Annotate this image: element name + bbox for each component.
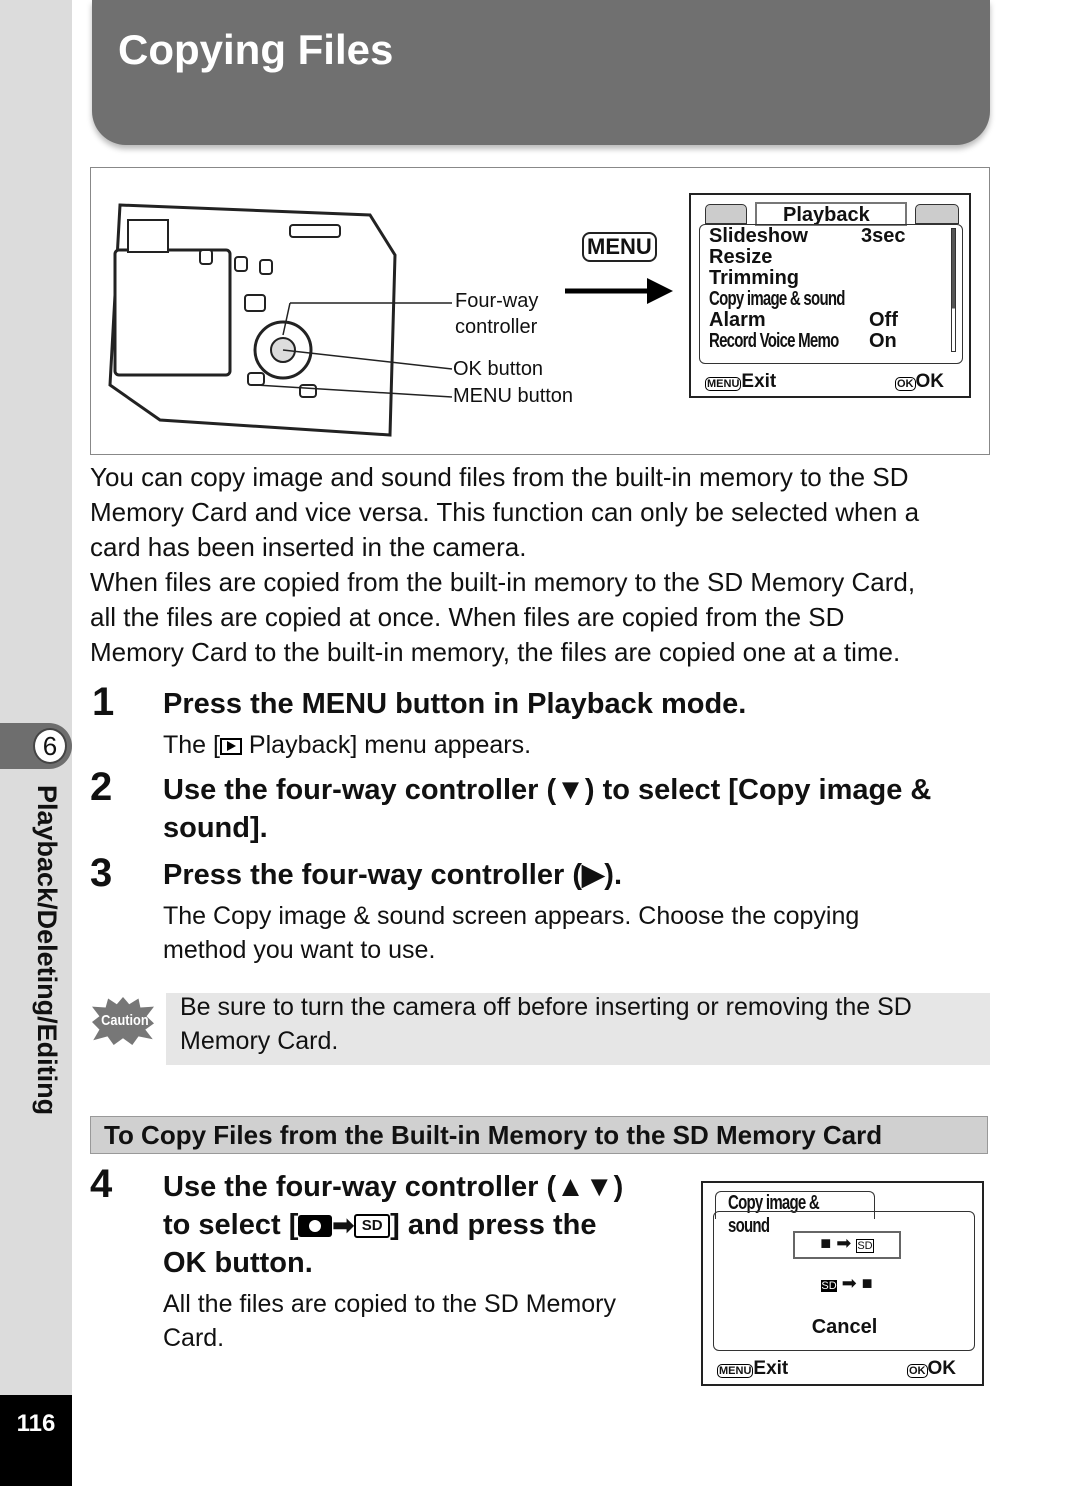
- step-heading: Press the MENU button in Playback mode.: [163, 688, 747, 720]
- menu-item: Slideshow 3sec: [709, 225, 906, 247]
- controller-label: controller: [455, 316, 538, 338]
- ok-hint: OK OK: [895, 371, 944, 392]
- menu-button-label: MENU button: [453, 385, 574, 407]
- camera-tab-icon: [705, 204, 747, 224]
- exit-hint: MENU Exit: [717, 1358, 789, 1379]
- arrow-right-icon: [565, 278, 673, 304]
- step-number: 2: [90, 765, 113, 809]
- step-body: The [ Playback] menu appears.: [163, 731, 532, 759]
- step-number: 3: [90, 851, 113, 895]
- step-body: All the files are copied to the SD Memor…: [163, 1290, 616, 1352]
- setup-tab-icon: [915, 204, 959, 224]
- menu-item: Alarm Off: [709, 309, 898, 331]
- option-builtin-to-sd[interactable]: ■ ➡ SD: [793, 1231, 901, 1259]
- playback-icon: [219, 737, 242, 755]
- exit-hint: MENU Exit: [705, 371, 777, 392]
- menu-item: Resize: [709, 246, 773, 268]
- step-body: The Copy image & sound screen appears. C…: [163, 902, 860, 964]
- step-number: 4: [90, 1162, 113, 1206]
- section-title: To Copy Files from the Built-in Memory t…: [90, 1116, 988, 1154]
- camera-icon: [298, 1215, 333, 1238]
- step-heading: Use the four-way controller (▼) to selec…: [163, 774, 932, 844]
- page-number: 116: [0, 1395, 72, 1486]
- scrollbar: [951, 228, 956, 352]
- menu-item: Copy image & sound: [709, 288, 845, 310]
- step-heading: Press the four-way controller (▶).: [163, 859, 623, 891]
- step-heading: Use the four-way controller (▲▼) to sele…: [163, 1171, 624, 1279]
- chapter-number: 6: [33, 728, 67, 764]
- menu-item: Record Voice Memo On: [709, 330, 897, 352]
- menu-list: Slideshow 3sec Resize Trimming Copy image…: [709, 226, 949, 352]
- ok-button-label: OK button: [453, 358, 544, 380]
- playback-menu-screen: Playback Slideshow 3sec Resize Trimming C…: [689, 193, 971, 398]
- playback-tab: Playback: [755, 202, 907, 226]
- ok-hint: OK OK: [907, 1358, 956, 1379]
- playback-tab-label: Playback: [783, 204, 870, 226]
- intro-text: You can copy image and sound files from …: [90, 462, 920, 667]
- menu-item: Trimming: [709, 267, 800, 289]
- menu-key-icon: MENU: [582, 232, 657, 262]
- cancel-option[interactable]: Cancel: [703, 1316, 986, 1339]
- option-sd-to-builtin[interactable]: SD ➡ ■: [793, 1273, 901, 1301]
- copy-image-sound-screen: Copy image & sound ■ ➡ SD SD ➡ ■ Cancel …: [701, 1181, 984, 1386]
- four-way-label: Four-way: [455, 290, 539, 312]
- page-title: Copying Files: [118, 26, 394, 73]
- sd-card-icon: SD: [354, 1214, 391, 1239]
- caution-icon-text: Caution: [101, 1012, 149, 1029]
- caution-text: Be sure to turn the camera off before in…: [180, 993, 912, 1055]
- chapter-label: Playback/Deleting/Editing: [32, 785, 62, 1116]
- step-number: 1: [92, 680, 115, 724]
